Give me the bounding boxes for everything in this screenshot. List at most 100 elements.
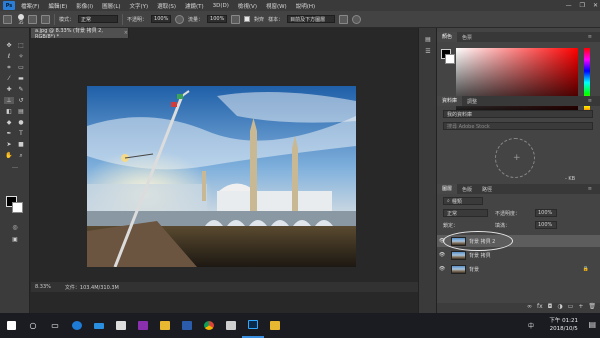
clone-stamp-tool-icon[interactable]: ⊥ — [4, 97, 14, 104]
history-brush-tool-icon[interactable]: ↺ — [16, 97, 26, 104]
menu-type[interactable]: 文字(Y) — [130, 2, 149, 10]
marquee-tool-icon[interactable]: ⬚ — [16, 42, 26, 49]
adjustment-layer-icon[interactable]: ◑ — [557, 303, 562, 313]
language-indicator[interactable]: 中 — [528, 321, 534, 330]
edge-icon[interactable] — [66, 313, 88, 338]
pen-tool-icon[interactable]: ✒ — [4, 130, 14, 137]
new-layer-icon[interactable]: + — [578, 303, 583, 313]
tab-channels[interactable]: 色版 — [457, 186, 477, 193]
group-icon[interactable]: ▭ — [568, 303, 574, 313]
gradient-tool-icon[interactable]: ▤ — [16, 108, 26, 115]
blend-mode-select[interactable]: 正常 — [443, 209, 488, 217]
layer-filter-select[interactable]: ⌕ 種類 — [443, 197, 483, 205]
path-selection-tool-icon[interactable]: ➤ — [4, 141, 14, 148]
panel-menu-icon[interactable]: ≡ — [583, 186, 597, 192]
photoshop-taskbar-icon[interactable] — [242, 313, 264, 338]
shape-tool-icon[interactable]: ■ — [16, 141, 26, 148]
notification-icon[interactable]: ▤ — [588, 320, 596, 329]
pressure-size-icon[interactable] — [352, 14, 362, 24]
mode-select[interactable]: 正常 — [78, 15, 119, 23]
minimize-button[interactable]: — — [566, 2, 572, 9]
eyedropper-tool-icon[interactable]: ⁄ — [4, 75, 14, 82]
close-document-icon[interactable]: × — [124, 30, 128, 36]
menu-edit[interactable]: 編輯(E) — [48, 2, 67, 10]
aligned-checkbox[interactable] — [244, 16, 251, 22]
move-tool-icon[interactable]: ✥ — [4, 42, 14, 49]
color-field[interactable] — [456, 48, 578, 117]
color-background-swatch[interactable] — [445, 54, 455, 64]
panel-menu-icon[interactable]: ≡ — [583, 34, 597, 40]
sample-select[interactable]: 目前及下方圖層 — [287, 15, 336, 23]
ignore-adjustment-icon[interactable] — [339, 14, 349, 24]
hue-slider[interactable] — [584, 48, 590, 117]
onenote-icon[interactable] — [132, 313, 154, 338]
menu-3d[interactable]: 3D(D) — [213, 3, 229, 9]
clone-stamp-icon[interactable] — [3, 14, 12, 24]
onedrive-icon[interactable] — [88, 313, 110, 338]
layer-row[interactable]: 👁 背景 拷貝 — [437, 249, 600, 261]
word-icon[interactable] — [176, 313, 198, 338]
visibility-eye-icon[interactable]: 👁 — [437, 266, 447, 272]
close-button[interactable]: ✕ — [593, 2, 598, 9]
folder-icon[interactable] — [264, 313, 286, 338]
menu-image[interactable]: 影像(I) — [76, 2, 93, 10]
visibility-eye-icon[interactable]: 👁 — [437, 252, 447, 258]
menu-window[interactable]: 視窗(W) — [266, 2, 287, 10]
layer-style-icon[interactable]: fx — [537, 303, 543, 313]
blur-tool-icon[interactable]: ◆ — [4, 119, 14, 126]
quick-mask-icon[interactable]: ◎ — [10, 224, 20, 231]
pressure-opacity-icon[interactable] — [175, 14, 185, 24]
brush-preset-picker[interactable]: 35 — [18, 13, 24, 25]
screen-mode-icon[interactable]: ▣ — [10, 236, 20, 243]
tab-color[interactable]: 顏色 — [437, 32, 458, 42]
more-tools-icon[interactable]: … — [10, 163, 20, 170]
tab-libraries[interactable]: 資料庫 — [437, 96, 463, 106]
brush-settings-icon[interactable] — [28, 14, 37, 24]
library-select[interactable]: 我的資料庫 — [443, 110, 593, 118]
tab-layers[interactable]: 圖層 — [437, 184, 458, 194]
maximize-button[interactable]: ❐ — [580, 2, 585, 9]
store-icon[interactable] — [110, 313, 132, 338]
file-explorer-icon[interactable] — [154, 313, 176, 338]
history-panel-icon[interactable]: ▤ — [423, 36, 433, 43]
panel-menu-icon[interactable]: ≡ — [583, 98, 597, 104]
menu-help[interactable]: 說明(H) — [296, 2, 315, 10]
hand-tool-icon[interactable]: ✋ — [4, 152, 14, 159]
link-layers-icon[interactable]: ∞ — [527, 303, 532, 313]
document-tab[interactable]: a.jpg @ 8.33% (背景 拷貝 2, RGB/8*) * × — [31, 28, 129, 40]
taskbar-clock[interactable]: 下午 01:21 2018/10/5 — [549, 317, 578, 333]
trash-icon[interactable]: 🗑 — [588, 303, 596, 313]
lasso-tool-icon[interactable]: ℓ — [4, 53, 14, 60]
airbrush-icon[interactable] — [231, 14, 241, 24]
zoom-level[interactable]: 8.33% — [35, 284, 51, 290]
crop-tool-icon[interactable]: ⌗ — [4, 64, 14, 71]
tab-adjustments[interactable]: 調整 — [462, 98, 482, 105]
magic-wand-tool-icon[interactable]: ✧ — [16, 53, 26, 60]
dodge-tool-icon[interactable]: ● — [16, 119, 26, 126]
layer-row[interactable]: 👁 背景 🔒 — [437, 263, 600, 275]
eraser-tool-icon[interactable]: ◧ — [4, 108, 14, 115]
task-view-icon[interactable]: ▭ — [44, 313, 66, 338]
clone-source-icon[interactable] — [41, 14, 50, 24]
healing-brush-tool-icon[interactable]: ✚ — [4, 86, 14, 93]
type-tool-icon[interactable]: T — [16, 130, 26, 137]
menu-select[interactable]: 選取(S) — [157, 2, 176, 10]
menu-filter[interactable]: 濾鏡(T) — [185, 2, 204, 10]
ruler-tool-icon[interactable]: ▬ — [16, 75, 26, 82]
document-image[interactable] — [87, 86, 356, 267]
search-icon[interactable]: ○ — [22, 313, 44, 338]
menu-view[interactable]: 檢視(V) — [238, 2, 257, 10]
menu-layer[interactable]: 圖層(L) — [102, 2, 120, 10]
opacity-input[interactable]: 100% — [151, 15, 172, 23]
tab-paths[interactable]: 路徑 — [477, 186, 497, 193]
brush-tool-icon[interactable]: ✎ — [16, 86, 26, 93]
background-color-swatch[interactable] — [12, 202, 23, 213]
menu-file[interactable]: 檔案(F) — [21, 2, 39, 10]
stock-search-input[interactable]: 搜尋 Adobe Stock — [443, 122, 593, 130]
frame-tool-icon[interactable]: ▭ — [16, 64, 26, 71]
zoom-tool-icon[interactable]: ⌕ — [16, 152, 26, 159]
layer-opacity-input[interactable]: 100% — [535, 209, 557, 217]
tab-swatches[interactable]: 色票 — [457, 34, 477, 41]
flow-input[interactable]: 100% — [207, 15, 228, 23]
fill-input[interactable]: 100% — [535, 221, 557, 229]
